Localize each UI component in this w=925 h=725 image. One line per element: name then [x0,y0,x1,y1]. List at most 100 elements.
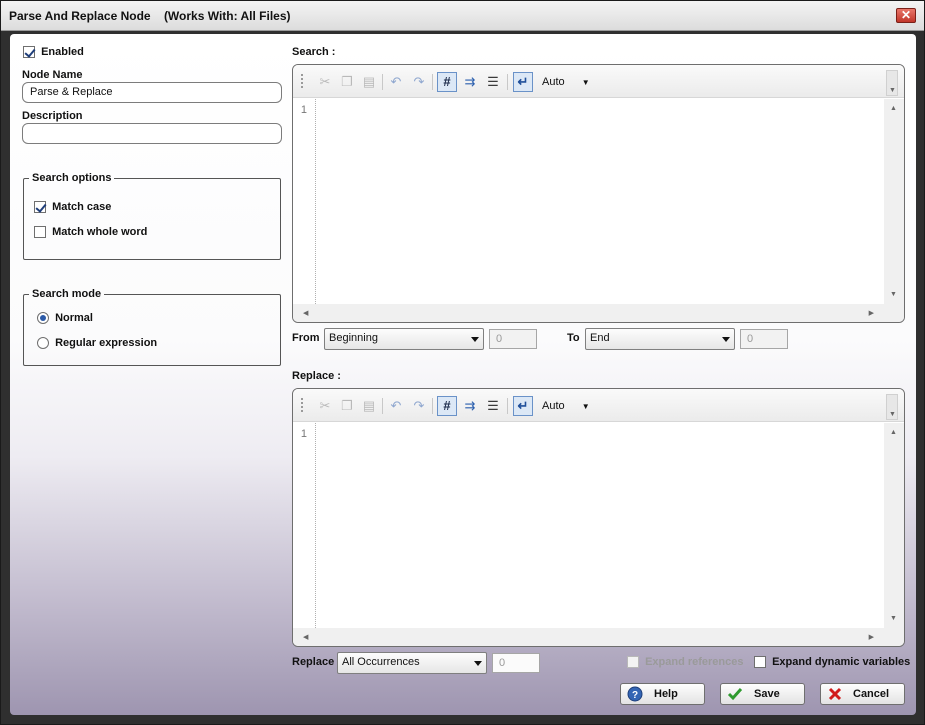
toolbar-separator [507,74,508,90]
save-button-label: Save [754,688,780,700]
toolbar-grip[interactable] [301,398,303,413]
expand-references-checkbox[interactable] [627,656,639,669]
line-numbers-icon[interactable]: # [437,396,457,416]
language-select[interactable]: Auto ▼ [542,76,590,88]
line-number-gutter: 1 [293,99,316,322]
from-select-value: Beginning [329,332,378,344]
redo-icon[interactable]: ↷ [409,396,429,416]
toolbar-overflow[interactable]: ▼ [886,70,898,96]
horizontal-scrollbar[interactable]: ◀ ▶ [293,304,884,322]
to-number-field[interactable]: 0 [740,329,788,349]
replace-number-field[interactable]: 0 [492,653,540,673]
scroll-left-icon[interactable]: ◀ [303,309,308,317]
match-whole-word-row[interactable]: Match whole word [34,226,148,239]
enabled-checkbox[interactable] [23,46,35,59]
chevron-down-icon [471,337,479,342]
match-case-label: Match case [52,201,112,214]
search-mode-legend: Search mode [32,288,102,300]
scroll-right-icon[interactable]: ▶ [869,309,874,317]
chevron-down-icon [722,337,730,342]
search-editor[interactable]: ✂ ❐ ▤ ↶ ↷ # ⇉ ☰ ↵ Auto ▼ ▼ 1 ▲ ▼ ◀ ▶ [292,64,905,323]
cancel-button-label: Cancel [853,688,890,700]
replace-mode-label: Replace [292,656,335,668]
chevron-down-icon: ▼ [581,78,590,87]
vertical-scrollbar[interactable]: ▲ ▼ [884,99,904,322]
formatting-icon[interactable]: ☰ [483,72,503,92]
undo-icon[interactable]: ↶ [386,396,406,416]
node-name-field[interactable]: Parse & Replace [22,82,282,103]
word-wrap-icon[interactable]: ↵ [513,396,533,416]
from-select[interactable]: Beginning [324,328,484,350]
help-button-label: Help [654,688,678,700]
from-number-field[interactable]: 0 [489,329,537,349]
formatting-icon[interactable]: ☰ [483,396,503,416]
regex-label: Regular expression [55,337,158,350]
from-label: From [292,332,320,344]
toolbar-overflow[interactable]: ▼ [886,394,898,420]
regex-radio[interactable] [37,337,49,350]
description-field[interactable] [22,123,282,144]
replace-mode-select[interactable]: All Occurrences [337,652,487,674]
redo-icon[interactable]: ↷ [409,72,429,92]
match-whole-word-checkbox[interactable] [34,226,46,239]
chevron-down-icon: ▼ [889,411,896,418]
line-number-gutter: 1 [293,423,316,646]
save-button[interactable]: Save [720,683,805,705]
line-number: 1 [300,428,307,440]
match-whole-word-label: Match whole word [52,226,148,239]
expand-dynamic-label: Expand dynamic variables [772,656,911,669]
match-case-checkbox[interactable] [34,201,46,214]
whitespace-icon[interactable]: ⇉ [460,72,480,92]
toolbar-separator [432,398,433,414]
normal-radio[interactable] [37,312,49,325]
replace-toolbar: ✂ ❐ ▤ ↶ ↷ # ⇉ ☰ ↵ Auto ▼ ▼ [293,389,904,422]
help-icon: ? [627,686,643,702]
close-button[interactable]: ✕ [896,8,916,23]
to-select[interactable]: End [585,328,735,350]
search-toolbar: ✂ ❐ ▤ ↶ ↷ # ⇉ ☰ ↵ Auto ▼ ▼ [293,65,904,98]
whitespace-icon[interactable]: ⇉ [460,396,480,416]
vertical-scrollbar[interactable]: ▲ ▼ [884,423,904,646]
scroll-right-icon[interactable]: ▶ [869,633,874,641]
undo-icon[interactable]: ↶ [386,72,406,92]
copy-icon[interactable]: ❐ [337,72,357,92]
replace-editor[interactable]: ✂ ❐ ▤ ↶ ↷ # ⇉ ☰ ↵ Auto ▼ ▼ 1 ▲ ▼ ◀ ▶ [292,388,905,647]
toolbar-separator [382,74,383,90]
normal-radio-row[interactable]: Normal [37,312,93,325]
scroll-down-icon[interactable]: ▼ [890,615,897,622]
scroll-up-icon[interactable]: ▲ [890,105,897,112]
help-button[interactable]: ? Help [620,683,705,705]
scroll-left-icon[interactable]: ◀ [303,633,308,641]
enabled-checkbox-row[interactable]: Enabled [23,46,84,59]
chevron-down-icon: ▼ [581,402,590,411]
scroll-down-icon[interactable]: ▼ [890,291,897,298]
dialog-client: Enabled Node Name Parse & Replace Descri… [10,34,916,715]
to-select-value: End [590,332,610,344]
to-label: To [567,332,580,344]
expand-references-row[interactable]: Expand references [627,656,744,669]
cut-icon[interactable]: ✂ [315,396,335,416]
toolbar-separator [382,398,383,414]
chevron-down-icon: ▼ [889,87,896,94]
paste-icon[interactable]: ▤ [359,72,379,92]
paste-icon[interactable]: ▤ [359,396,379,416]
toolbar-separator [432,74,433,90]
toolbar-grip[interactable] [301,74,303,89]
cancel-button[interactable]: Cancel [820,683,905,705]
line-numbers-icon[interactable]: # [437,72,457,92]
title-bar[interactable]: Parse And Replace Node (Works With: All … [1,1,924,31]
enabled-label: Enabled [41,46,84,59]
match-case-row[interactable]: Match case [34,201,112,214]
language-select[interactable]: Auto ▼ [542,400,590,412]
copy-icon[interactable]: ❐ [337,396,357,416]
word-wrap-icon[interactable]: ↵ [513,72,533,92]
search-options-group: Search options [23,172,281,260]
chevron-down-icon [474,661,482,666]
expand-dynamic-row[interactable]: Expand dynamic variables [754,656,911,669]
horizontal-scrollbar[interactable]: ◀ ▶ [293,628,884,646]
cut-icon[interactable]: ✂ [315,72,335,92]
expand-dynamic-checkbox[interactable] [754,656,766,669]
scroll-up-icon[interactable]: ▲ [890,429,897,436]
replace-mode-value: All Occurrences [342,656,420,668]
regex-radio-row[interactable]: Regular expression [37,337,158,350]
